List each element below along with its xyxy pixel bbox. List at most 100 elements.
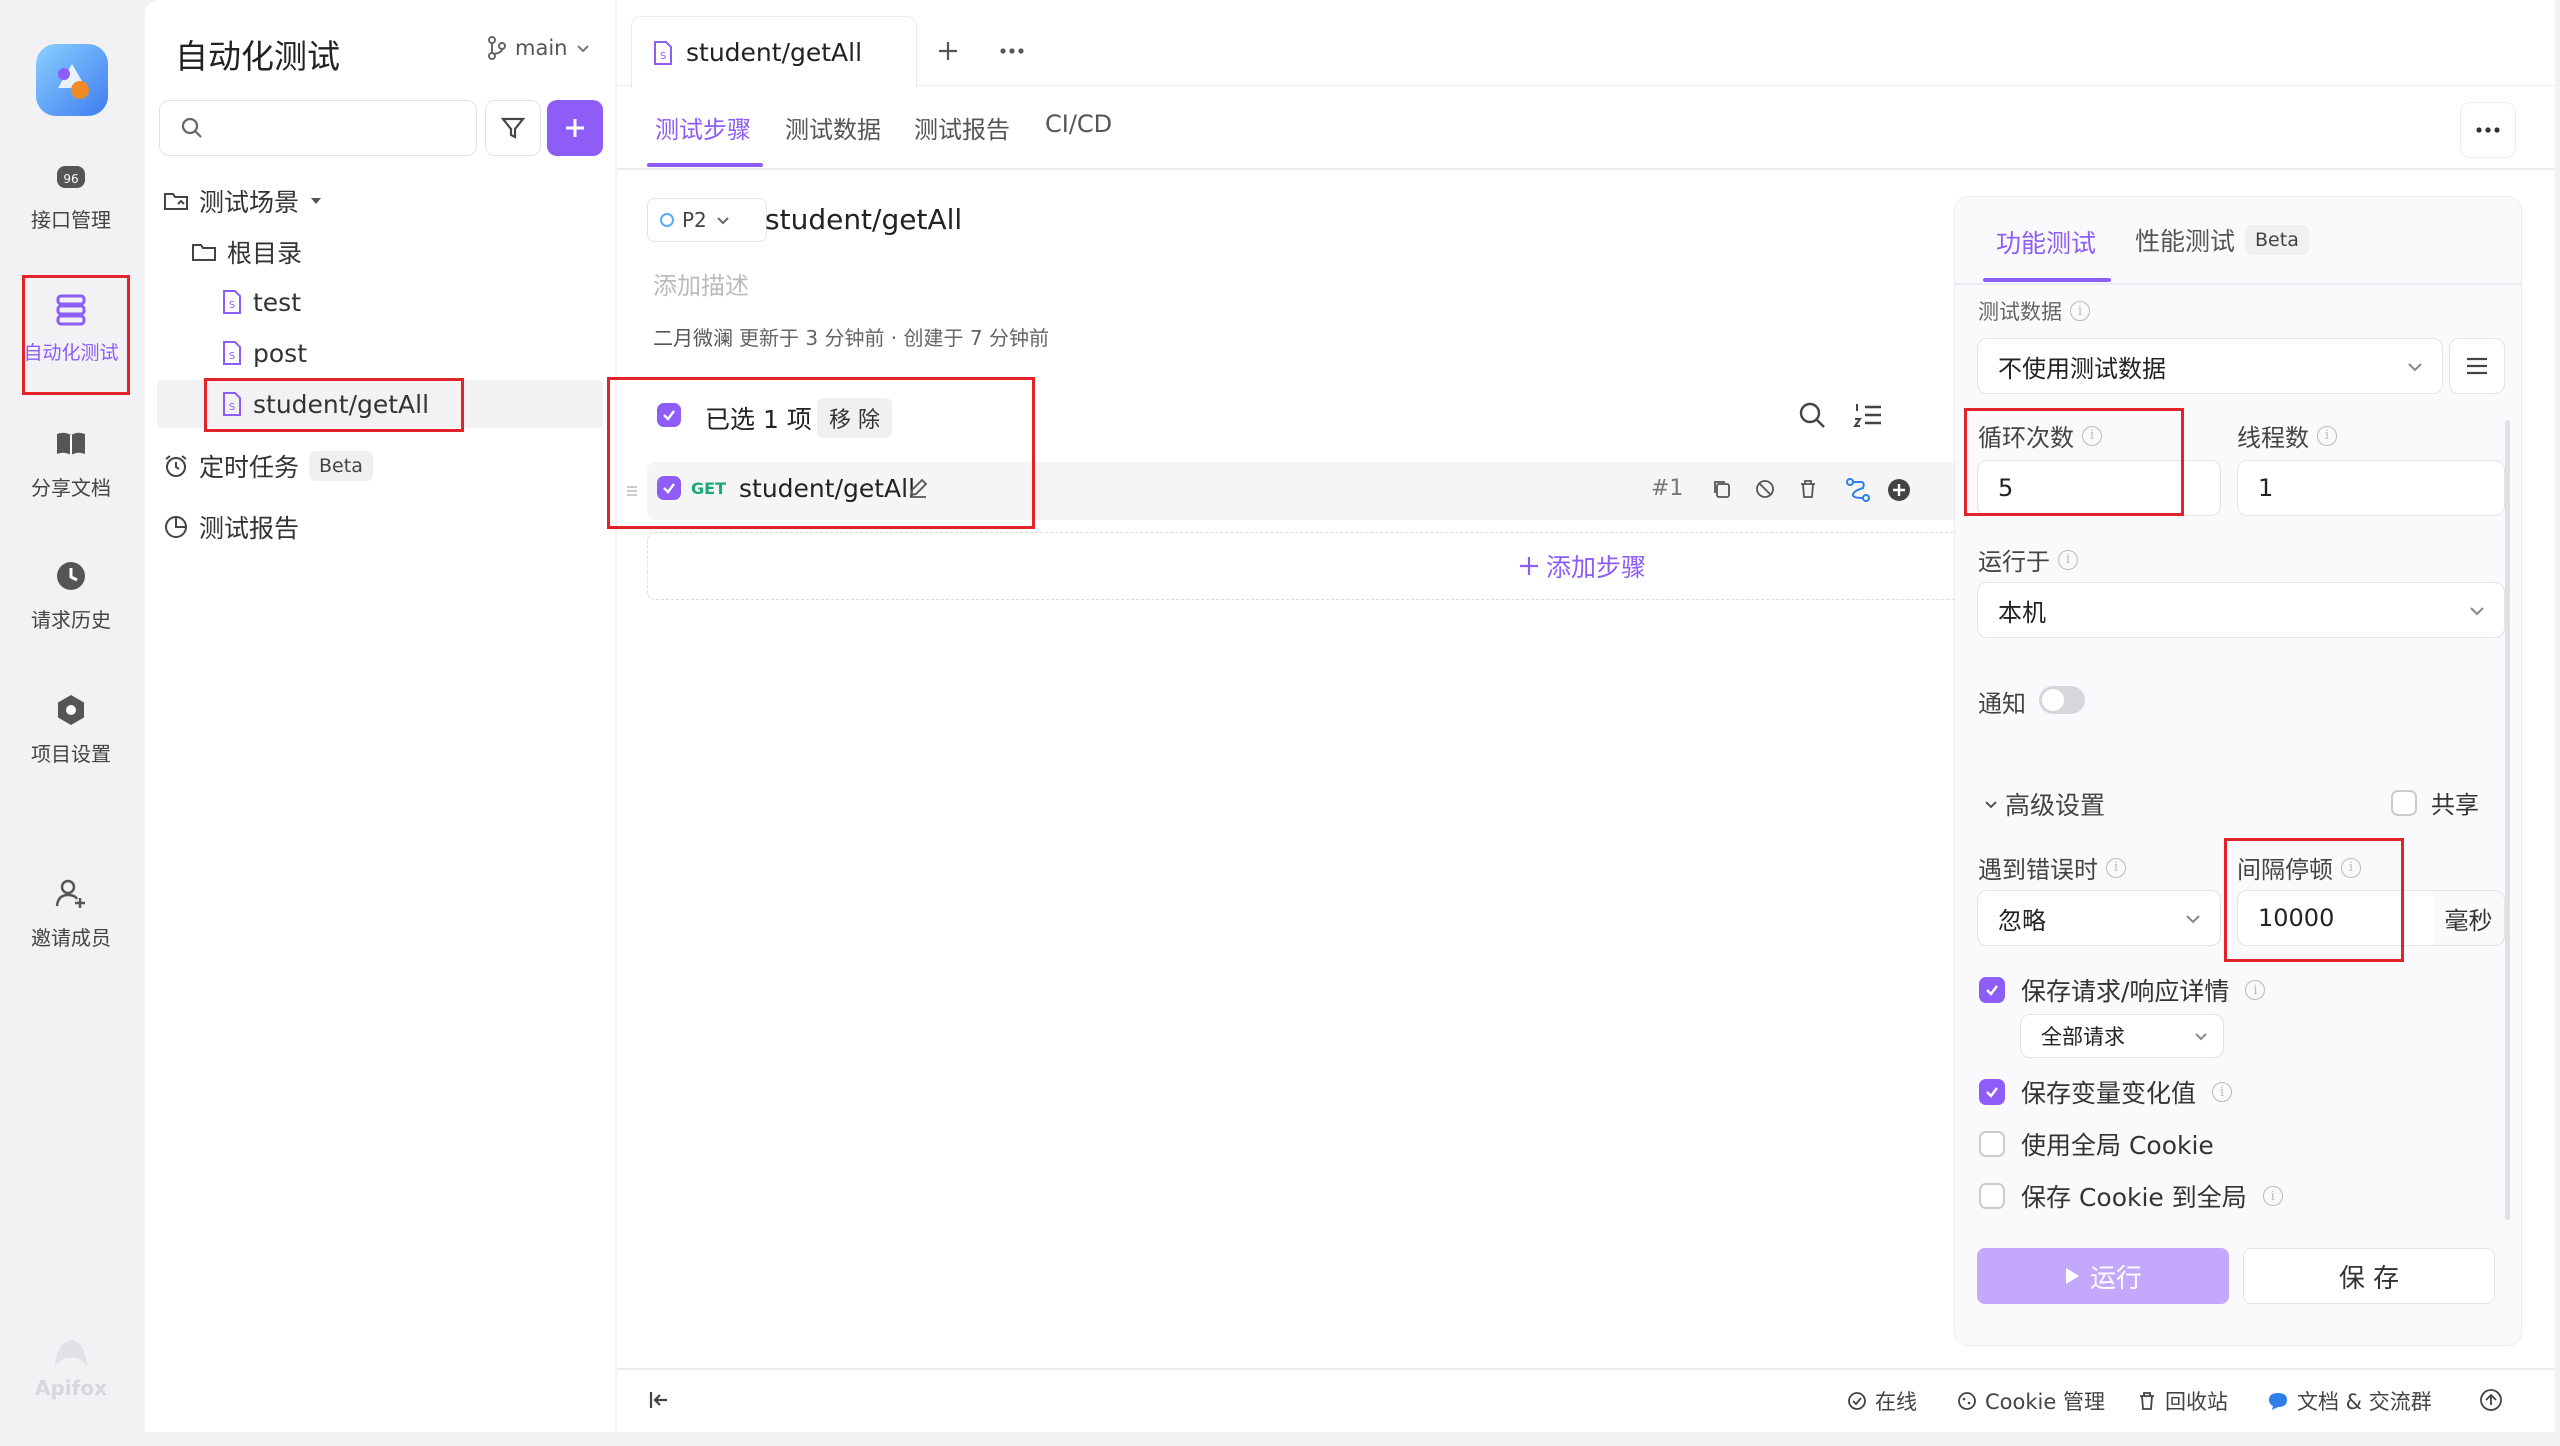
loop-count-input[interactable]: 5 [1977,460,2221,516]
branch-selector[interactable]: main [487,36,591,60]
edit-step-button[interactable] [907,477,929,499]
notify-label: 通知 [1978,690,2026,718]
test-data-select[interactable]: 不使用测试数据 [1977,338,2443,394]
sidebar: 自动化测试 main 测试场景 根目录 S test S post S stud… [145,0,615,1432]
advanced-settings-toggle[interactable]: 高级设置 [1983,786,2105,822]
on-error-select[interactable]: 忽略 [1977,890,2221,946]
filter-icon [500,117,526,139]
pencil-icon [909,478,928,498]
tab-more-button[interactable] [987,26,1037,76]
notify-toggle[interactable] [2039,686,2085,714]
info-icon: i [2106,857,2126,878]
run-button[interactable]: 运行 [1977,1248,2229,1304]
http-method-badge: GET [691,479,726,498]
delete-step-button[interactable] [1797,478,1819,500]
scenario-file-icon: S [654,40,672,65]
global-cookie-checkbox[interactable]: 使用全局 Cookie [1979,1126,2214,1162]
search-icon [1799,402,1825,428]
tree-scenes[interactable]: 测试场景 [163,179,323,223]
svg-text:S: S [229,402,235,413]
test-data-list-button[interactable] [2449,338,2505,394]
loop-count-label: 循环次数 i [1978,418,2102,453]
tree-label: 定时任务 [199,453,300,482]
step-name[interactable]: student/getAll [739,474,915,503]
drag-handle-icon[interactable] [625,484,639,498]
author-name: 二月微澜 [653,326,733,350]
save-button[interactable]: 保 存 [2243,1248,2495,1304]
tree-scheduled[interactable]: 定时任务 Beta [163,444,373,488]
scenario-name[interactable]: student/getAll [765,203,962,236]
footer-trash[interactable]: 回收站 [2137,1386,2228,1416]
description-input[interactable]: 添加描述 [653,266,749,301]
settings-icon [53,692,89,728]
remove-button[interactable]: 移 除 [817,398,892,438]
insert-step-button[interactable] [1887,478,1911,502]
step-checkbox[interactable] [657,476,681,500]
tree-item-post[interactable]: S post [221,331,307,375]
svg-text:S: S [229,351,235,362]
filter-button[interactable] [485,100,541,156]
rail-item-history[interactable]: 请求历史 [0,558,142,633]
rail-item-label: 邀请成员 [31,926,111,950]
rail-item-docs[interactable]: 分享文档 [0,426,142,501]
tab-steps[interactable]: 测试步骤 [655,110,751,145]
new-tab-button[interactable] [923,26,973,76]
interval-unit: 毫秒 [2433,890,2505,946]
interval-input[interactable]: 10000 [2237,890,2435,946]
tab-student-getall[interactable]: S student/getAll [631,16,917,88]
save-details-scope-select[interactable]: 全部请求 [2020,1014,2224,1058]
plus-icon [939,42,957,60]
tree-item-student-getall[interactable]: S student/getAll [221,382,429,426]
rail-item-api[interactable]: 96 接口管理 [0,158,142,233]
scene-folder-icon [164,193,188,210]
scrollbar[interactable] [2505,420,2510,1220]
test-data-label: 测试数据 i [1978,296,2090,326]
plus-icon [1519,557,1538,575]
settings-tab-performance[interactable]: 性能测试 Beta [2135,222,2309,258]
rail-item-invite[interactable]: 邀请成员 [0,876,142,951]
plus-icon [566,119,584,137]
search-input[interactable] [159,100,477,156]
info-icon: i [2058,549,2078,570]
tree-root-folder[interactable]: 根目录 [191,230,302,274]
disable-step-button[interactable] [1754,478,1776,500]
save-cookie-label: 保存 Cookie 到全局 [2021,1183,2247,1212]
settings-tab-functional[interactable]: 功能测试 [1996,224,2096,260]
collapse-sidebar-button[interactable] [647,1388,671,1412]
tree-reports[interactable]: 测试报告 [163,505,299,549]
add-button[interactable] [547,100,603,156]
trash-icon [2140,1392,2154,1410]
select-all-checkbox[interactable] [657,403,681,427]
rail-item-settings[interactable]: 项目设置 [0,692,142,767]
chevron-down-icon [717,217,729,225]
copy-icon [1714,481,1730,498]
rail-item-automation[interactable]: 自动化测试 [0,292,142,365]
tab-test-data[interactable]: 测试数据 [785,110,881,145]
tree-item-test[interactable]: S test [221,280,301,324]
search-icon [181,117,202,138]
link-step-button[interactable] [1845,477,1871,503]
tab-cicd[interactable]: CI/CD [1045,110,1112,138]
save-cookie-checkbox[interactable]: 保存 Cookie 到全局 i [1979,1178,2283,1214]
save-details-checkbox[interactable]: 保存请求/响应详情 i [1979,972,2266,1008]
page-more-button[interactable] [2460,102,2516,158]
copy-step-button[interactable] [1711,478,1733,500]
share-checkbox[interactable]: 共享 [2391,785,2479,820]
app-logo[interactable] [36,44,108,116]
footer-cookie[interactable]: Cookie 管理 [1957,1386,2105,1416]
rail-item-label: 请求历史 [31,608,111,632]
priority-selector[interactable]: P2 [647,198,767,242]
sidebar-title: 自动化测试 [175,37,340,76]
save-vars-checkbox[interactable]: 保存变量变化值 i [1979,1074,2233,1110]
run-on-select[interactable]: 本机 [1977,582,2505,638]
disable-icon [1756,480,1774,498]
search-steps-button[interactable] [1797,400,1827,430]
rail-item-label: 分享文档 [31,476,111,500]
list-order-button[interactable] [1853,400,1883,430]
footer-online[interactable]: 在线 [1847,1386,1917,1416]
footer-docs[interactable]: 文档 & 交流群 [2267,1386,2432,1416]
chevron-down-icon [577,45,590,53]
back-to-top-button[interactable] [2479,1388,2503,1412]
thread-count-input[interactable]: 1 [2237,460,2505,516]
tab-test-report[interactable]: 测试报告 [914,110,1010,145]
